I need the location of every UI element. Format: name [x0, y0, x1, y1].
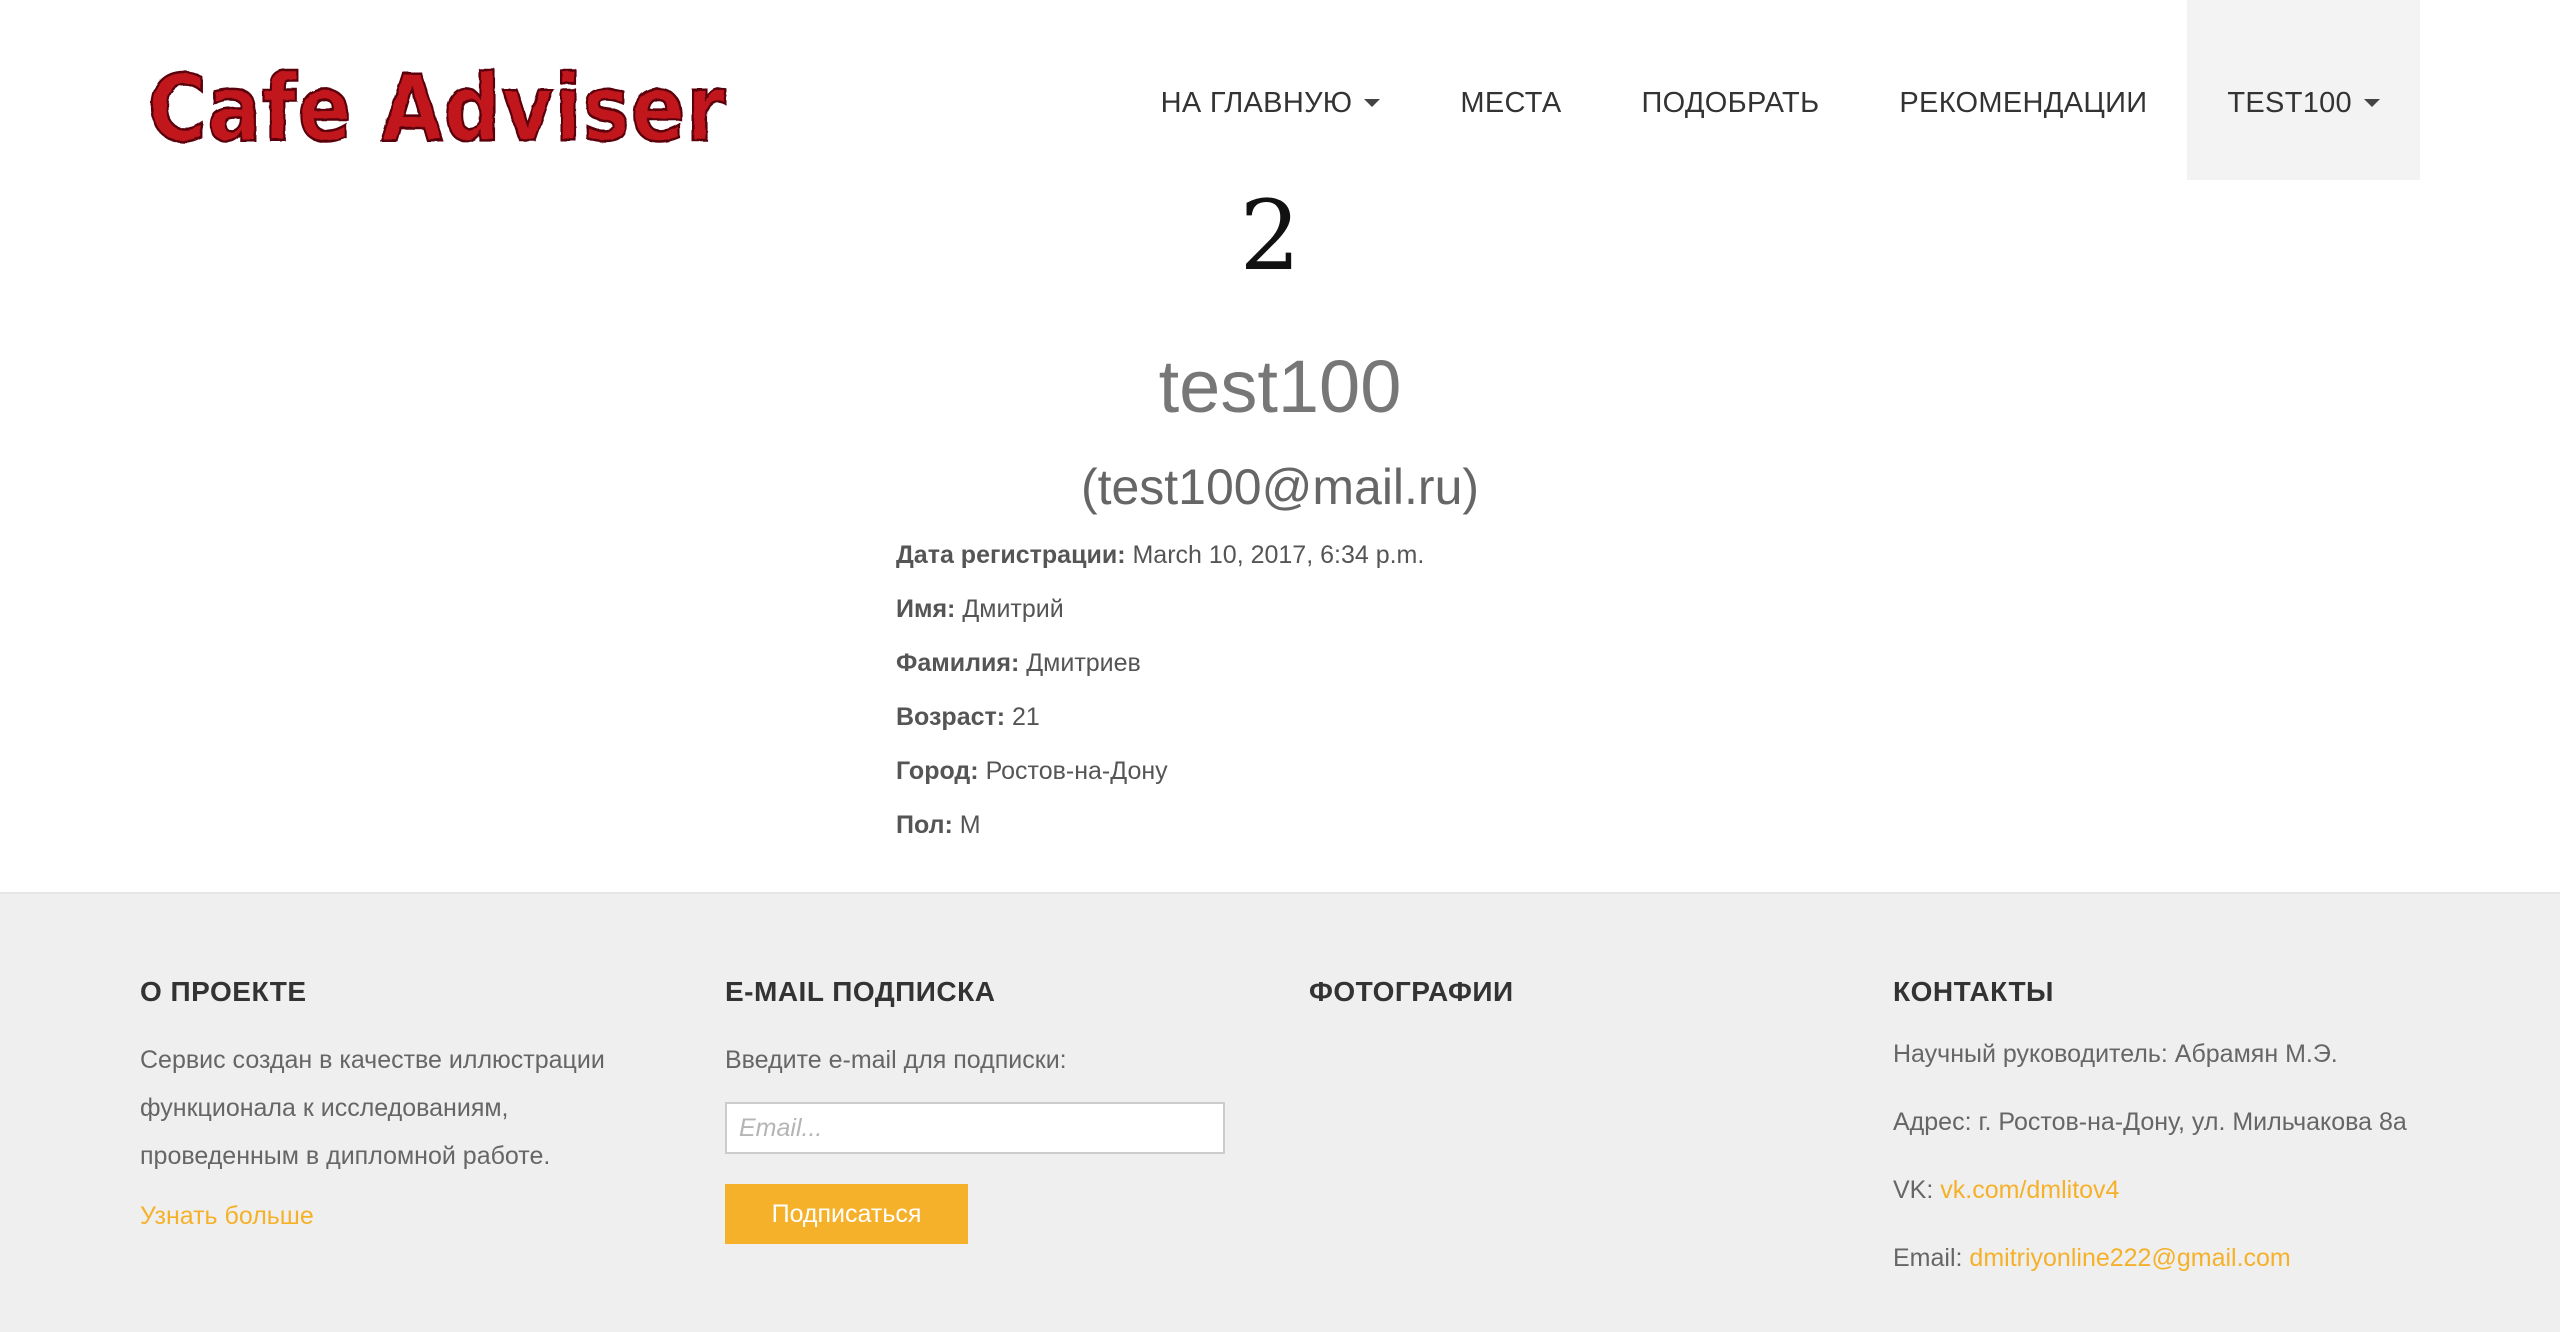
- nav-item-label: РЕКОМЕНДАЦИИ: [1899, 86, 2148, 119]
- detail-value: Ростов-на-Дону: [985, 757, 1168, 785]
- subscribe-button[interactable]: Подписаться: [725, 1184, 968, 1244]
- detail-value: 21: [1012, 703, 1040, 731]
- profile-details: Дата регистрации: March 10, 2017, 6:34 p…: [896, 543, 1424, 867]
- detail-value: М: [959, 811, 981, 839]
- footer-photos-title: ФОТОГРАФИИ: [1309, 976, 1514, 1007]
- contact-address: Адрес: г. Ростов-на-Дону, ул. Мильчакова…: [1893, 1108, 2407, 1136]
- detail-value: March 10, 2017, 6:34 p.m.: [1132, 541, 1425, 569]
- caret-down-icon: [1364, 99, 1381, 107]
- footer-contacts-title: КОНТАКТЫ: [1893, 976, 2054, 1007]
- nav-item-label: ПОДОБРАТЬ: [1641, 86, 1820, 119]
- avatar-image: 2: [1239, 180, 1301, 292]
- detail-city: Город: Ростов-на-Дону: [896, 759, 1424, 813]
- subscribe-prompt: Введите e-mail для подписки:: [725, 1046, 1067, 1074]
- nav-item-recommendations[interactable]: РЕКОМЕНДАЦИИ: [1859, 0, 2187, 180]
- nav-item-label: TEST100: [2227, 86, 2352, 119]
- site-footer: О ПРОЕКТЕ Сервис создан в качестве иллюс…: [0, 892, 2560, 1332]
- detail-value: Дмитрий: [962, 595, 1064, 623]
- contact-supervisor: Научный руководитель: Абрамян М.Э.: [1893, 1040, 2338, 1068]
- contact-vk-label: VK:: [1893, 1176, 1934, 1204]
- nav-item-pick[interactable]: ПОДОБРАТЬ: [1601, 0, 1859, 180]
- detail-registration-date: Дата регистрации: March 10, 2017, 6:34 p…: [896, 543, 1424, 597]
- detail-label: Возраст:: [896, 703, 1006, 731]
- detail-label: Пол:: [896, 811, 953, 839]
- detail-label: Имя:: [896, 595, 956, 623]
- contact-email-label: Email:: [1893, 1244, 1963, 1272]
- footer-about-text: Сервис создан в качестве иллюстрации фун…: [140, 1046, 605, 1170]
- nav-item-home[interactable]: НА ГЛАВНУЮ: [1121, 0, 1421, 180]
- detail-value: Дмитриев: [1026, 649, 1141, 677]
- detail-first-name: Имя: Дмитрий: [896, 597, 1424, 651]
- detail-age: Возраст: 21: [896, 705, 1424, 759]
- detail-gender: Пол: М: [896, 813, 1424, 867]
- nav-item-places[interactable]: МЕСТА: [1420, 0, 1601, 180]
- profile-email: (test100@mail.ru): [1080, 459, 1480, 515]
- footer-subscribe-title: E-MAIL ПОДПИСКА: [725, 976, 996, 1007]
- logo-graphic: Cafe Adviser: [147, 54, 727, 164]
- site-header: Cafe Adviser НА ГЛАВНУЮ МЕСТА ПОДОБРАТЬ …: [0, 0, 2560, 180]
- nav-item-user-menu[interactable]: TEST100: [2187, 0, 2420, 180]
- logo-text: Cafe Adviser: [148, 55, 726, 162]
- contact-vk: VK: vk.com/dmlitov4: [1893, 1176, 2119, 1205]
- detail-label: Дата регистрации:: [896, 541, 1126, 569]
- caret-down-icon: [2364, 99, 2380, 107]
- detail-label: Фамилия:: [896, 649, 1020, 677]
- nav-item-label: МЕСТА: [1460, 86, 1562, 119]
- learn-more-link[interactable]: Узнать больше: [140, 1202, 314, 1231]
- detail-label: Город:: [896, 757, 979, 785]
- profile-section: 2 test100 (test100@mail.ru) Дата регистр…: [0, 180, 2560, 892]
- subscribe-email-input[interactable]: [725, 1102, 1225, 1154]
- detail-last-name: Фамилия: Дмитриев: [896, 651, 1424, 705]
- email-link[interactable]: dmitriyonline222@gmail.com: [1969, 1244, 2290, 1272]
- nav-item-label: НА ГЛАВНУЮ: [1160, 86, 1353, 119]
- contact-email: Email: dmitriyonline222@gmail.com: [1893, 1244, 2291, 1273]
- cafe-adviser-logo[interactable]: Cafe Adviser: [144, 36, 734, 166]
- profile-username: test100: [1158, 345, 1402, 428]
- vk-link[interactable]: vk.com/dmlitov4: [1940, 1176, 2119, 1204]
- footer-about-title: О ПРОЕКТЕ: [140, 976, 307, 1007]
- main-nav: НА ГЛАВНУЮ МЕСТА ПОДОБРАТЬ РЕКОМЕНДАЦИИ …: [1121, 0, 2560, 180]
